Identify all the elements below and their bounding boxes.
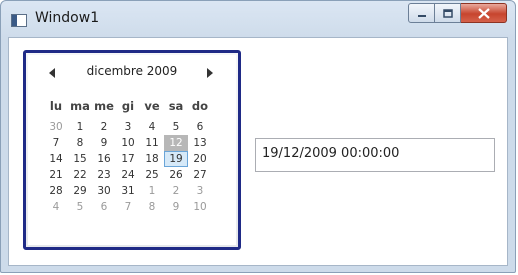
today-day[interactable]: 12 [164, 135, 188, 151]
calendar-day[interactable]: 10 [116, 135, 140, 151]
title-bar[interactable]: Window1 [1, 1, 515, 37]
close-button[interactable] [461, 3, 507, 23]
calendar-day[interactable]: 21 [44, 167, 68, 183]
calendar-day[interactable]: 17 [116, 151, 140, 167]
minimize-button[interactable] [408, 3, 435, 23]
weekday-label: ma [70, 99, 90, 113]
calendar-day[interactable]: 22 [68, 167, 92, 183]
calendar-day[interactable]: 11 [140, 135, 164, 151]
calendar-day[interactable]: 18 [140, 151, 164, 167]
day-grid: 30 1 2 3 4 5 6 7 8 9 10 11 12 13 14 15 16 17 18 19 20 21 22 23 2… [44, 119, 212, 215]
window-title: Window1 [35, 10, 100, 26]
chevron-right-icon [207, 68, 213, 78]
calendar-day[interactable]: 28 [44, 183, 68, 199]
calendar-day[interactable]: 4 [44, 199, 68, 215]
weekday-header: lu ma me gi ve sa do [44, 99, 212, 113]
calendar-day[interactable]: 30 [92, 183, 116, 199]
calendar-day[interactable]: 5 [164, 119, 188, 135]
calendar-day[interactable]: 24 [116, 167, 140, 183]
calendar-day[interactable]: 3 [116, 119, 140, 135]
calendar-day[interactable]: 1 [68, 119, 92, 135]
maximize-button[interactable] [435, 3, 461, 23]
calendar-day[interactable]: 9 [92, 135, 116, 151]
calendar-day[interactable]: 6 [92, 199, 116, 215]
calendar-day[interactable]: 31 [116, 183, 140, 199]
application-window: Window1 dicembre 2009 lu ma me gi ve sa … [0, 0, 516, 273]
calendar-day[interactable]: 10 [188, 199, 212, 215]
calendar-day[interactable]: 4 [140, 119, 164, 135]
maximize-icon [442, 4, 453, 23]
calendar-day[interactable]: 16 [92, 151, 116, 167]
calendar-day[interactable]: 30 [44, 119, 68, 135]
calendar-day[interactable]: 6 [188, 119, 212, 135]
calendar-body: dicembre 2009 lu ma me gi ve sa do 30 1 2 3… [28, 55, 236, 245]
weekday-label: ve [144, 99, 160, 113]
window-client-area: dicembre 2009 lu ma me gi ve sa do 30 1 2 3… [8, 37, 508, 266]
calendar-day[interactable]: 5 [68, 199, 92, 215]
calendar-day[interactable]: 23 [92, 167, 116, 183]
window-controls [408, 3, 507, 25]
weekday-label: gi [121, 99, 135, 113]
calendar-day[interactable]: 2 [164, 183, 188, 199]
weekday-label: do [191, 99, 209, 113]
calendar-day[interactable]: 25 [140, 167, 164, 183]
calendar: dicembre 2009 lu ma me gi ve sa do 30 1 2 3… [23, 50, 241, 250]
window-icon [11, 12, 27, 27]
weekday-label: me [94, 99, 114, 113]
minimize-icon [417, 4, 427, 23]
calendar-day[interactable]: 15 [68, 151, 92, 167]
calendar-day[interactable]: 9 [164, 199, 188, 215]
calendar-day[interactable]: 7 [44, 135, 68, 151]
date-time-field[interactable]: 19/12/2009 00:00:00 [255, 138, 495, 172]
calendar-header: dicembre 2009 [28, 55, 236, 87]
calendar-day[interactable]: 3 [188, 183, 212, 199]
calendar-day[interactable]: 1 [140, 183, 164, 199]
weekday-label: lu [49, 99, 63, 113]
calendar-day[interactable]: 29 [68, 183, 92, 199]
calendar-day[interactable]: 27 [188, 167, 212, 183]
calendar-day[interactable]: 8 [68, 135, 92, 151]
calendar-day[interactable]: 26 [164, 167, 188, 183]
calendar-day[interactable]: 13 [188, 135, 212, 151]
calendar-day[interactable]: 20 [188, 151, 212, 167]
next-month-button[interactable] [202, 65, 216, 79]
selected-day[interactable]: 19 [164, 151, 188, 167]
weekday-label: sa [168, 99, 184, 113]
calendar-day[interactable]: 2 [92, 119, 116, 135]
calendar-day[interactable]: 8 [140, 199, 164, 215]
close-icon [477, 4, 490, 23]
calendar-day[interactable]: 7 [116, 199, 140, 215]
calendar-day[interactable]: 14 [44, 151, 68, 167]
